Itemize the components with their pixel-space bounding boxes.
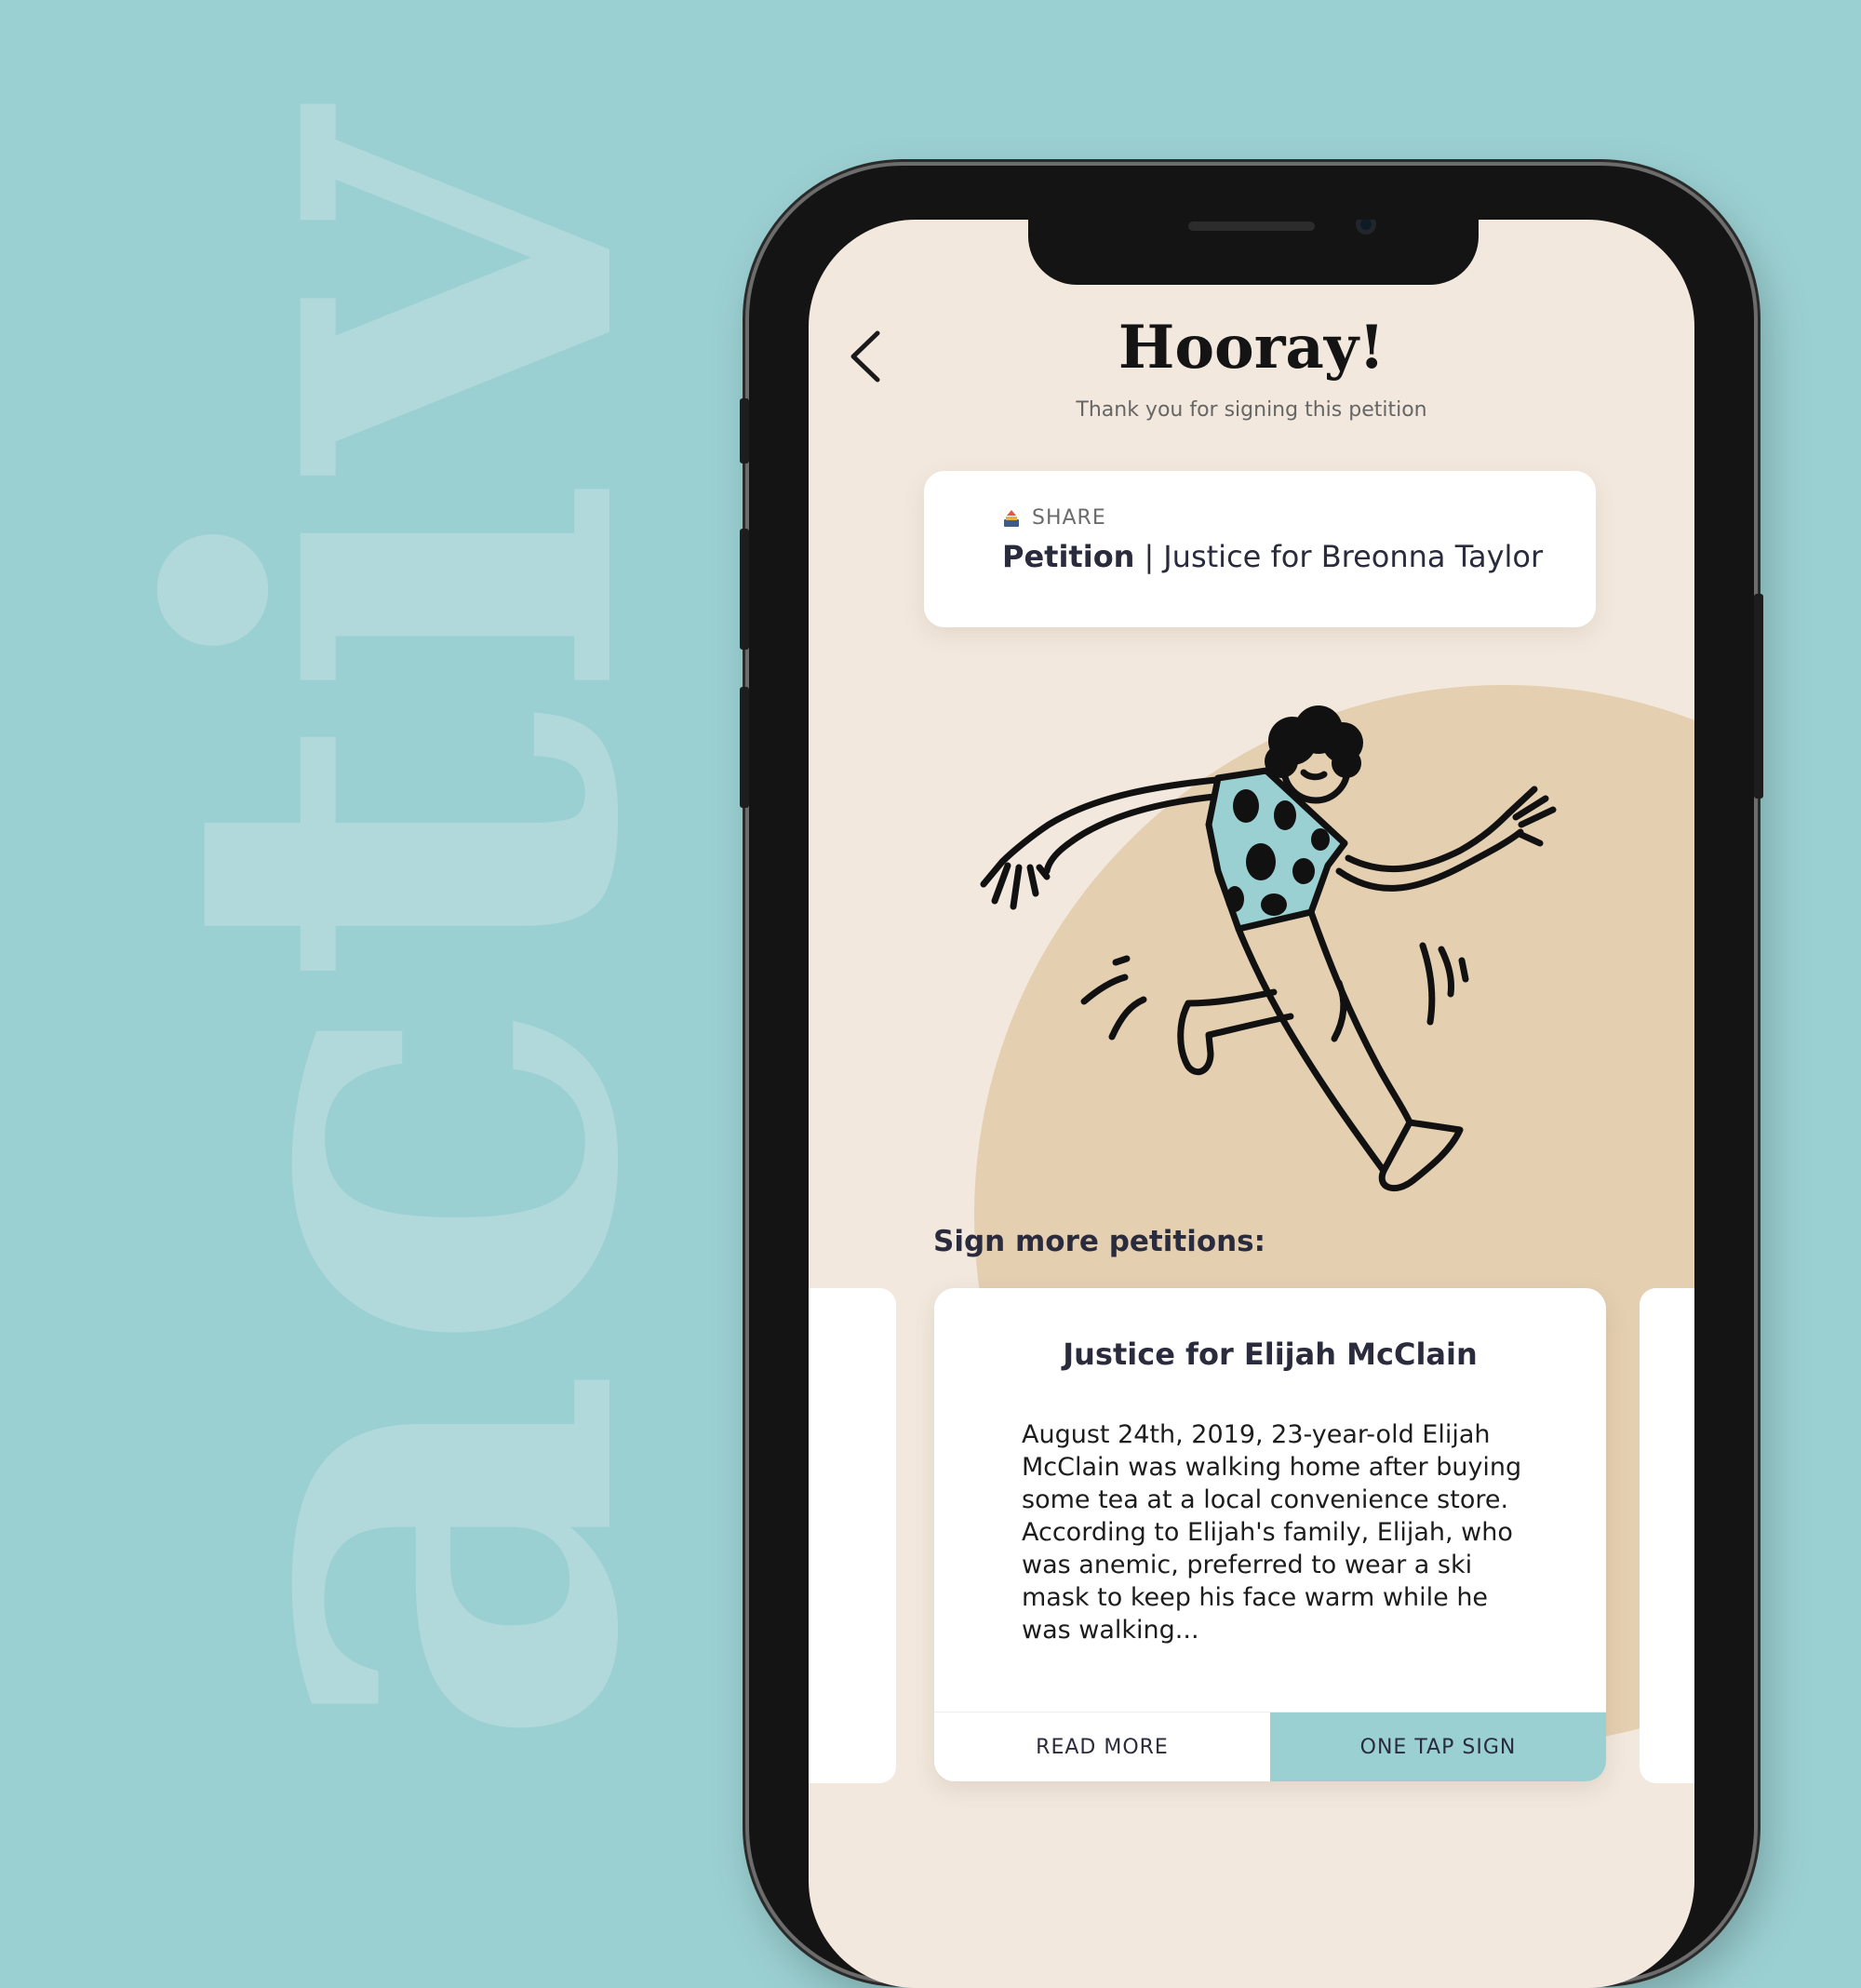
phone-volume-up bbox=[740, 529, 749, 650]
petition-name: Justice for Breonna Taylor bbox=[1163, 539, 1544, 574]
petition-card: Justice for Elijah McClain August 24th, … bbox=[934, 1288, 1606, 1781]
front-camera bbox=[1356, 220, 1376, 235]
speaker-grille bbox=[1188, 222, 1315, 231]
petition-separator: | bbox=[1144, 539, 1155, 574]
jumping-person-illustration bbox=[980, 705, 1557, 1192]
petition-label: Petition bbox=[1002, 539, 1135, 574]
share-icon bbox=[1004, 509, 1019, 527]
phone-notch bbox=[1028, 220, 1479, 285]
app-screen: Hooray! Thank you for signing this petit… bbox=[809, 220, 1694, 1988]
section-label: Sign more petitions: bbox=[933, 1225, 1266, 1258]
page-title: Hooray! bbox=[1118, 313, 1386, 383]
petition-card-actions: READ MORE ONE TAP SIGN bbox=[934, 1712, 1606, 1781]
phone-silent-switch bbox=[740, 398, 749, 463]
share-label: SHARE bbox=[1032, 506, 1106, 530]
share-row: SHARE bbox=[1002, 506, 1596, 530]
phone-volume-down bbox=[740, 687, 749, 808]
petition-card-body: August 24th, 2019, 23-year-old Elijah Mc… bbox=[1022, 1420, 1522, 1645]
share-petition-card[interactable]: SHARE Petition | Justice for Breonna Taylo… bbox=[924, 471, 1596, 627]
petition-card-previous[interactable] bbox=[809, 1288, 896, 1783]
petition-card-next[interactable] bbox=[1640, 1288, 1694, 1783]
shared-petition-line: Petition | Justice for Breonna Taylor bbox=[1002, 539, 1596, 574]
read-more-button[interactable]: READ MORE bbox=[934, 1713, 1270, 1781]
petition-card-title: Justice for Elijah McClain bbox=[1063, 1337, 1478, 1372]
one-tap-sign-button[interactable]: ONE TAP SIGN bbox=[1270, 1713, 1606, 1781]
phone-frame: Hooray! Thank you for signing this petit… bbox=[740, 166, 1763, 1988]
phone-power-button bbox=[1754, 594, 1763, 799]
brand-watermark: activ bbox=[50, 109, 750, 1753]
page-subtitle: Thank you for signing this petition bbox=[1076, 398, 1427, 422]
